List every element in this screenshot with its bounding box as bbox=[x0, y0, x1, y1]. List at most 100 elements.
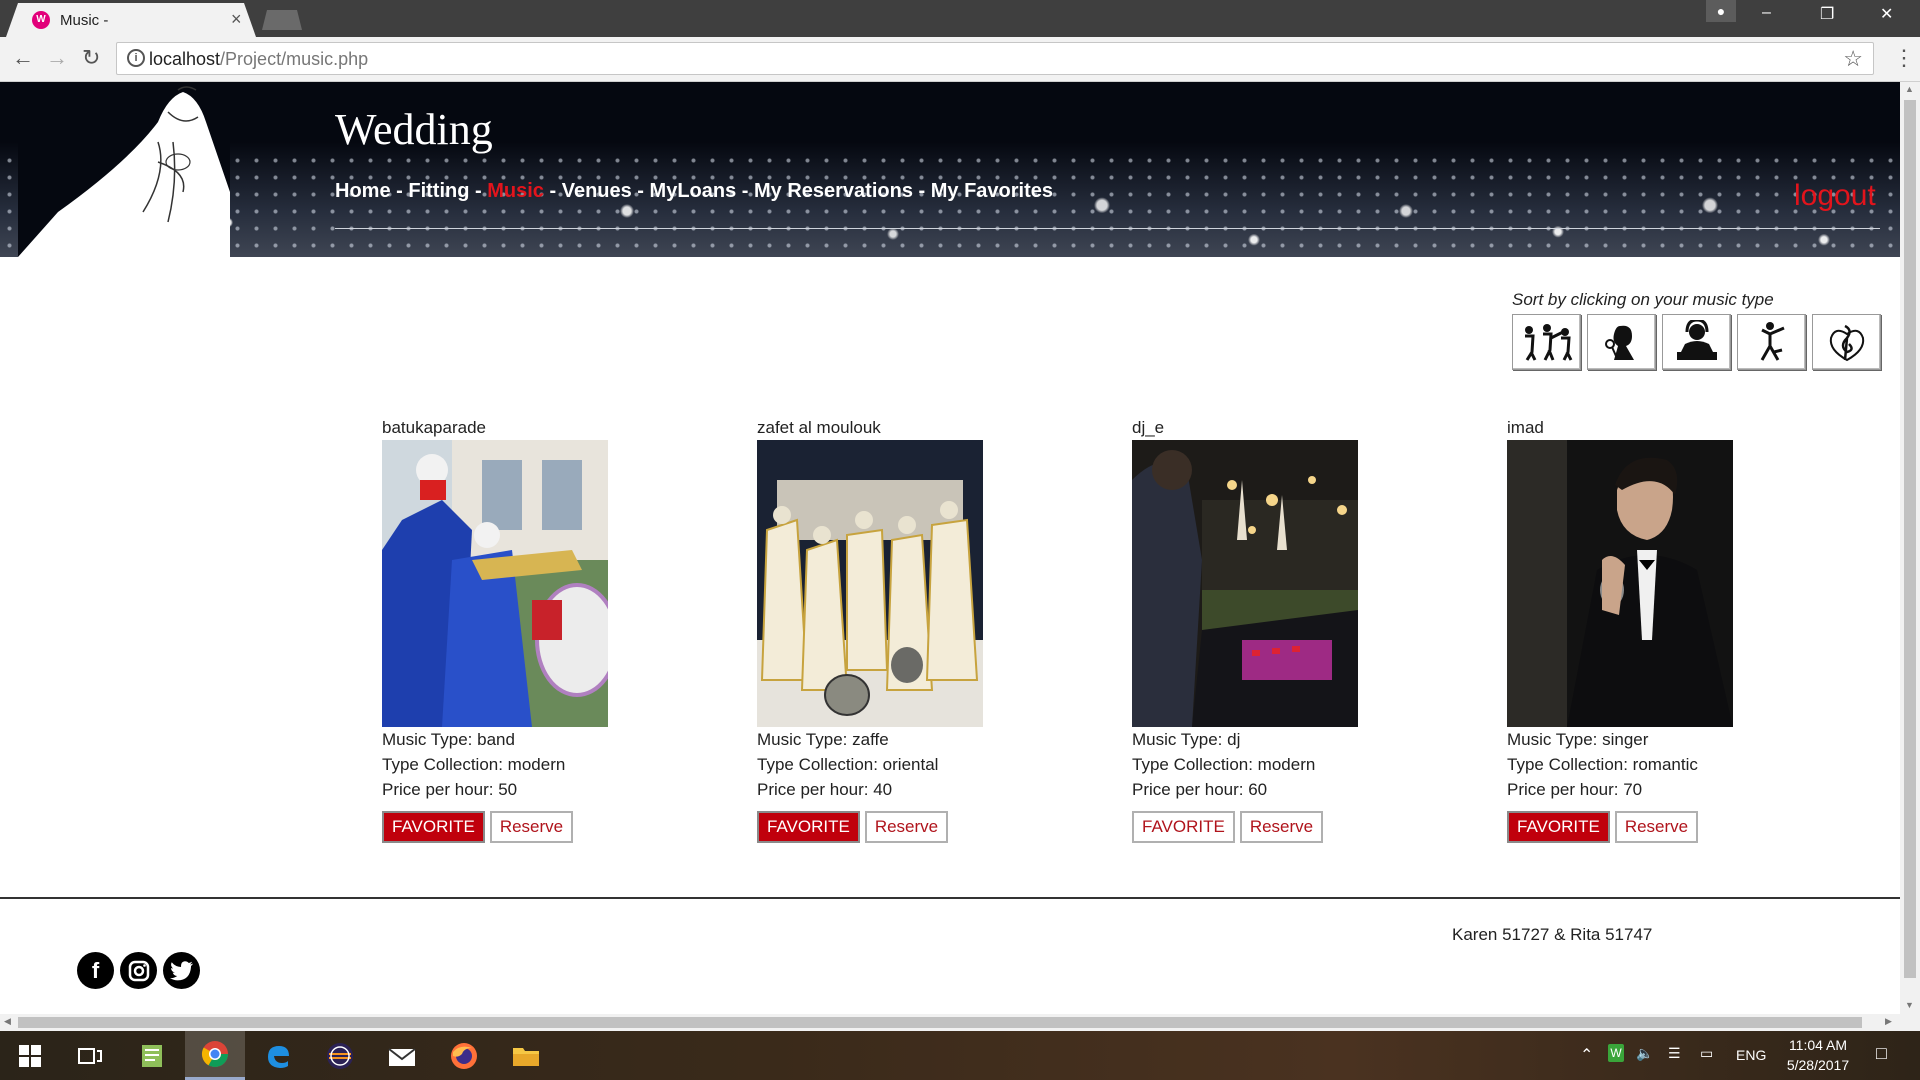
restore-icon[interactable]: ❐ bbox=[1820, 4, 1834, 24]
notepad-icon[interactable] bbox=[122, 1031, 182, 1080]
tab-close-icon[interactable]: × bbox=[231, 9, 242, 30]
scroll-corner bbox=[1900, 1014, 1920, 1031]
tray-app-icon[interactable]: W bbox=[1608, 1044, 1624, 1062]
nav-music[interactable]: Music bbox=[487, 180, 544, 202]
music-collection: Type Collection: oriental bbox=[757, 755, 939, 774]
card-actions: FAVORITE Reserve bbox=[757, 811, 1047, 843]
music-type: Music Type: dj bbox=[1132, 730, 1241, 749]
close-window-icon[interactable]: ✕ bbox=[1880, 4, 1893, 24]
music-type: Music Type: zaffe bbox=[757, 730, 889, 749]
clock-time[interactable]: 11:04 AM bbox=[1778, 1037, 1858, 1053]
bookmark-star-icon[interactable]: ☆ bbox=[1843, 46, 1863, 72]
volume-icon[interactable]: 🔈 bbox=[1636, 1045, 1653, 1062]
music-card-imad: imad Music Type: singer Type Collection:… bbox=[1507, 418, 1797, 843]
nav-myloans[interactable]: MyLoans bbox=[650, 180, 737, 202]
music-photo[interactable] bbox=[1507, 440, 1733, 727]
music-photo[interactable] bbox=[757, 440, 983, 727]
show-hidden-icons[interactable]: ⌃ bbox=[1580, 1045, 1593, 1065]
url-text[interactable]: localhost/Project/music.php bbox=[149, 49, 368, 70]
favorite-button[interactable]: FAVORITE bbox=[382, 811, 485, 843]
notifications-icon[interactable]: □ bbox=[1876, 1043, 1887, 1064]
music-name: dj_e bbox=[1132, 418, 1165, 437]
minimize-icon[interactable]: – bbox=[1762, 4, 1771, 22]
favorite-button[interactable]: FAVORITE bbox=[757, 811, 860, 843]
profile-icon[interactable]: ● bbox=[1706, 0, 1736, 22]
dj-icon bbox=[1676, 320, 1717, 360]
back-icon[interactable]: ← bbox=[12, 45, 34, 71]
scroll-right-icon[interactable]: ▶ bbox=[1885, 1016, 1892, 1027]
clock-date[interactable]: 5/28/2017 bbox=[1778, 1057, 1858, 1073]
nav-my-reservations[interactable]: My Reservations bbox=[754, 180, 913, 202]
scroll-up-icon[interactable]: ▲ bbox=[1905, 84, 1914, 94]
favorite-button[interactable]: FAVORITE bbox=[1507, 811, 1610, 843]
file-explorer-icon[interactable] bbox=[496, 1031, 556, 1080]
sort-singer-button[interactable] bbox=[1587, 314, 1656, 370]
browser-tab[interactable]: W Music - × bbox=[6, 3, 256, 37]
new-tab-button[interactable] bbox=[262, 10, 302, 30]
nav-divider bbox=[335, 228, 1880, 229]
music-photo[interactable] bbox=[1132, 440, 1358, 727]
music-price: Price per hour: 70 bbox=[1507, 780, 1643, 799]
firefox-icon[interactable] bbox=[434, 1031, 494, 1080]
forward-icon[interactable]: → bbox=[46, 45, 68, 71]
favorite-button[interactable]: FAVORITE bbox=[1132, 811, 1235, 843]
music-type: Music Type: band bbox=[382, 730, 515, 749]
music-card-batukaparade: batukaparade Music Type: band Type Colle… bbox=[382, 418, 672, 843]
music-collection: Type Collection: modern bbox=[1132, 755, 1316, 774]
nav-fitting[interactable]: Fitting bbox=[408, 180, 469, 202]
edge-icon[interactable] bbox=[248, 1031, 308, 1080]
sort-music-button[interactable] bbox=[1812, 314, 1881, 370]
card-actions: FAVORITE Reserve bbox=[382, 811, 672, 843]
nav-venues[interactable]: Venues bbox=[562, 180, 632, 202]
nav-my-favorites[interactable]: My Favorites bbox=[931, 180, 1053, 202]
sort-type-buttons bbox=[1512, 314, 1881, 370]
card-actions: FAVORITE Reserve bbox=[1507, 811, 1797, 843]
instagram-icon[interactable] bbox=[120, 952, 157, 989]
network-icon[interactable]: ☰ bbox=[1668, 1045, 1681, 1062]
footer-divider bbox=[0, 897, 1900, 899]
reserve-button[interactable]: Reserve bbox=[489, 811, 574, 843]
task-view-icon[interactable] bbox=[60, 1031, 120, 1080]
reserve-button[interactable]: Reserve bbox=[864, 811, 949, 843]
reserve-button[interactable]: Reserve bbox=[1239, 811, 1324, 843]
sort-label: Sort by clicking on your music type bbox=[1512, 290, 1774, 309]
browser-menu-icon[interactable]: ⋮ bbox=[1893, 45, 1915, 71]
sort-dancer-button[interactable] bbox=[1737, 314, 1806, 370]
music-name: batukaparade bbox=[382, 418, 486, 437]
music-type: Music Type: singer bbox=[1507, 730, 1649, 749]
music-card-zafet-al-moulouk: zafet al moulouk Music Type: zaffe Type … bbox=[757, 418, 1047, 843]
language-indicator[interactable]: ENG bbox=[1736, 1047, 1766, 1063]
dancer-icon bbox=[1760, 322, 1785, 361]
scroll-left-icon[interactable]: ◀ bbox=[4, 1016, 11, 1027]
reload-icon[interactable]: ↻ bbox=[82, 45, 100, 71]
windows-taskbar: ⌃ W 🔈 ☰ ▭ ENG 11:04 AM 5/28/2017 □ bbox=[0, 1031, 1920, 1080]
singer-icon bbox=[1604, 325, 1634, 360]
facebook-icon[interactable]: f bbox=[77, 952, 114, 989]
info-icon[interactable]: i bbox=[127, 49, 145, 67]
battery-icon[interactable]: ▭ bbox=[1700, 1045, 1713, 1062]
music-price: Price per hour: 40 bbox=[757, 780, 893, 799]
horizontal-scrollbar[interactable]: ◀ ▶ bbox=[0, 1014, 1900, 1031]
music-price: Price per hour: 50 bbox=[382, 780, 518, 799]
reserve-button[interactable]: Reserve bbox=[1614, 811, 1699, 843]
chrome-icon[interactable] bbox=[185, 1031, 245, 1080]
footer-credit: Karen 51727 & Rita 51747 bbox=[1452, 925, 1653, 944]
site-favicon-icon: W bbox=[32, 11, 50, 29]
eclipse-icon[interactable] bbox=[310, 1031, 370, 1080]
vertical-scrollbar[interactable]: ▲ ▼ bbox=[1900, 82, 1920, 1014]
music-photo[interactable] bbox=[382, 440, 608, 727]
vertical-scroll-thumb[interactable] bbox=[1904, 100, 1916, 978]
browser-toolbar: ← → ↻ i localhost/Project/music.php ☆ ⋮ bbox=[0, 37, 1920, 82]
nav-home[interactable]: Home bbox=[335, 180, 391, 202]
windows-start-icon[interactable] bbox=[0, 1031, 60, 1080]
twitter-icon[interactable] bbox=[163, 952, 200, 989]
horizontal-scroll-thumb[interactable] bbox=[18, 1017, 1862, 1028]
address-bar[interactable]: i localhost/Project/music.php ☆ bbox=[116, 42, 1874, 75]
mail-icon[interactable] bbox=[372, 1031, 432, 1080]
sort-dj-button[interactable] bbox=[1662, 314, 1731, 370]
tab-title: Music - bbox=[60, 12, 109, 29]
logout-link[interactable]: logout bbox=[1794, 179, 1876, 213]
music-name: imad bbox=[1507, 418, 1544, 437]
sort-band-button[interactable] bbox=[1512, 314, 1581, 370]
scroll-down-icon[interactable]: ▼ bbox=[1905, 1000, 1914, 1010]
